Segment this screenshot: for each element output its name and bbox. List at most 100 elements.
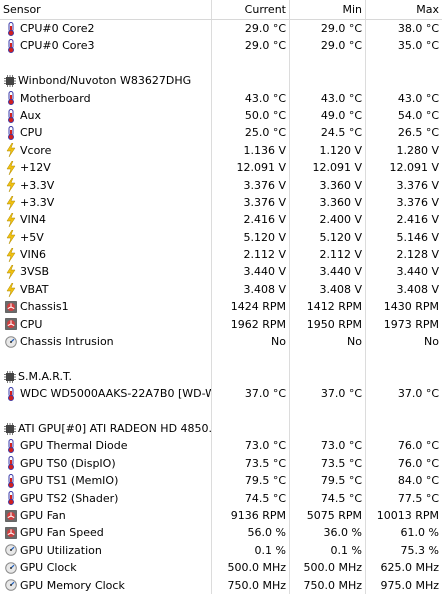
sensor-group-row[interactable]: S.M.A.R.T.: [0, 367, 442, 386]
sensor-row[interactable]: Vcore 1.136 V 1.120 V 1.280 V: [0, 141, 442, 160]
current-value: 50.0 °C: [212, 106, 290, 125]
sensor-row[interactable]: 3VSB 3.440 V 3.440 V 3.440 V: [0, 263, 442, 281]
sensor-row[interactable]: +12V 12.091 V 12.091 V 12.091 V: [0, 159, 442, 177]
sensor-row[interactable]: CPU 25.0 °C 24.5 °C 26.5 °C: [0, 124, 442, 142]
sensor-name-cell: Chassis1: [0, 298, 212, 316]
max-value: 38.0 °C: [397, 22, 439, 35]
sensor-row[interactable]: GPU TS0 (DispIO) 73.5 °C 73.5 °C 76.0 °C: [0, 454, 442, 473]
sensor-name: 3VSB: [20, 265, 50, 279]
sensor-row[interactable]: CPU#0 Core2 29.0 °C 29.0 °C 38.0 °C: [0, 20, 442, 38]
max-value: 43.0 °C: [397, 91, 439, 105]
sensor-group-row[interactable]: ATI GPU[#0] ATI RADEON HD 4850...: [0, 419, 442, 438]
max-value: 625.0 MHz: [380, 561, 439, 575]
gauge-icon: [5, 335, 17, 349]
sensor-name-cell: GPU Utilization: [0, 541, 212, 560]
column-header-max[interactable]: Max: [366, 0, 442, 19]
sensor-name: VIN6: [20, 248, 46, 262]
sensor-name-cell: VBAT: [0, 280, 212, 299]
sensor-row[interactable]: GPU TS1 (MemIO) 79.5 °C 79.5 °C 84.0 °C: [0, 472, 442, 490]
sensor-row[interactable]: Chassis1 1424 RPM 1412 RPM 1430 RPM: [0, 298, 442, 316]
sensor-name: Chassis1: [20, 300, 69, 314]
min-value: 37.0 °C: [290, 385, 366, 403]
sensor-row[interactable]: +3.3V 3.376 V 3.360 V 3.376 V: [0, 193, 442, 212]
sensor-row[interactable]: +5V 5.120 V 5.120 V 5.146 V: [0, 228, 442, 247]
table-header: Sensor Current Min Max: [0, 0, 442, 20]
voltage-icon: [5, 282, 17, 297]
column-header-min[interactable]: Min: [290, 0, 366, 19]
sensor-row[interactable]: VIN6 2.112 V 2.112 V 2.128 V: [0, 246, 442, 264]
thermometer-icon: [5, 108, 17, 123]
min-value: 750.0 MHz: [290, 576, 366, 594]
current-value: 3.408 V: [212, 280, 290, 299]
max-value: 26.5 °C: [397, 126, 439, 140]
current-value: 29.0 °C: [212, 20, 290, 38]
sensor-name-cell: CPU: [0, 315, 212, 334]
blank-row: [0, 54, 442, 73]
max-value: 3.376 V: [396, 178, 439, 192]
sensor-name: GPU Thermal Diode: [20, 439, 128, 453]
fan-icon: [5, 317, 17, 331]
column-header-current[interactable]: Current: [212, 0, 290, 19]
current-value: 29.0 °C: [212, 37, 290, 55]
sensor-name: GPU TS0 (DispIO): [20, 456, 116, 470]
sensor-name: +5V: [20, 230, 44, 244]
fan-icon: [5, 300, 17, 314]
min-value: 1950 RPM: [290, 315, 366, 334]
min-value: 2.112 V: [290, 246, 366, 264]
sensor-row[interactable]: Motherboard 43.0 °C 43.0 °C 43.0 °C: [0, 89, 442, 107]
sensor-group-row[interactable]: Winbond/Nuvoton W83627DHG: [0, 72, 442, 90]
sensor-row[interactable]: +3.3V 3.376 V 3.360 V 3.376 V: [0, 176, 442, 194]
sensor-name: GPU Fan: [20, 508, 66, 522]
min-value: 29.0 °C: [290, 37, 366, 55]
blank-row: [0, 402, 442, 420]
sensor-row[interactable]: GPU Fan Speed 56.0 % 36.0 % 61.0 %: [0, 524, 442, 542]
sensor-row[interactable]: GPU Memory Clock 750.0 MHz 750.0 MHz 975.0 …: [0, 576, 442, 594]
sensor-name: Aux: [20, 108, 42, 122]
fan-icon: [5, 509, 17, 523]
table-body: CPU#0 Core2 29.0 °C 29.0 °C 38.0 °C CPU#0 Co…: [0, 20, 442, 594]
sensor-row[interactable]: GPU Clock 500.0 MHz 500.0 MHz 625.0 MHz: [0, 559, 442, 577]
sensor-row[interactable]: VBAT 3.408 V 3.408 V 3.408 V: [0, 280, 442, 299]
min-value: 43.0 °C: [290, 89, 366, 107]
min-value: 24.5 °C: [290, 124, 366, 142]
chip-icon: [3, 370, 16, 384]
sensor-row[interactable]: Aux 50.0 °C 49.0 °C 54.0 °C: [0, 106, 442, 125]
min-value: 500.0 MHz: [290, 559, 366, 577]
sensor-row[interactable]: GPU Utilization 0.1 % 0.1 % 75.3 %: [0, 541, 442, 560]
sensor-row[interactable]: GPU Thermal Diode 73.0 °C 73.0 °C 76.0 °C: [0, 437, 442, 455]
voltage-icon: [5, 212, 17, 228]
min-value: 5.120 V: [290, 228, 366, 247]
sensor-name: GPU Fan Speed: [20, 526, 104, 540]
sensor-row[interactable]: CPU#0 Core3 29.0 °C 29.0 °C 35.0 °C: [0, 37, 442, 55]
sensor-name: CPU: [20, 317, 43, 331]
current-value: 1.136 V: [212, 141, 290, 160]
sensor-name-cell: GPU Fan: [0, 506, 212, 525]
max-value: 12.091 V: [389, 161, 439, 175]
sensor-row[interactable]: CPU 1962 RPM 1950 RPM 1973 RPM: [0, 315, 442, 334]
sensor-name-cell: CPU#0 Core2: [0, 20, 212, 38]
sensor-name: ATI GPU[#0] ATI RADEON HD 4850...: [18, 421, 212, 435]
sensor-name-cell: GPU TS1 (MemIO): [0, 472, 212, 490]
min-value: 3.440 V: [290, 263, 366, 281]
max-value: No: [424, 335, 439, 349]
sensor-row[interactable]: GPU TS2 (Shader) 74.5 °C 74.5 °C 77.5 °C: [0, 489, 442, 507]
sensor-row[interactable]: WDC WD5000AAKS-22A7B0 [WD-W... 37.0 °C 37.…: [0, 385, 442, 403]
sensor-name-cell: +5V: [0, 228, 212, 247]
sensor-name-cell: S.M.A.R.T.: [0, 367, 212, 386]
max-value: 54.0 °C: [397, 108, 439, 122]
max-value: 3.408 V: [396, 282, 439, 296]
sensor-row[interactable]: Chassis Intrusion No No No: [0, 333, 442, 351]
min-value: 73.0 °C: [290, 437, 366, 455]
sensor-row[interactable]: GPU Fan 9136 RPM 5075 RPM 10013 RPM: [0, 506, 442, 525]
max-value: 77.5 °C: [397, 491, 439, 505]
thermometer-icon: [5, 91, 17, 106]
min-value: 29.0 °C: [290, 20, 366, 38]
column-header-sensor[interactable]: Sensor: [0, 0, 212, 19]
max-value: 84.0 °C: [397, 474, 439, 488]
voltage-icon: [5, 195, 17, 210]
sensor-name: CPU: [20, 126, 43, 140]
sensor-row[interactable]: VIN4 2.416 V 2.400 V 2.416 V: [0, 211, 442, 229]
min-value: 1.120 V: [290, 141, 366, 160]
max-value: 3.440 V: [396, 265, 439, 279]
max-value: 10013 RPM: [376, 508, 439, 522]
